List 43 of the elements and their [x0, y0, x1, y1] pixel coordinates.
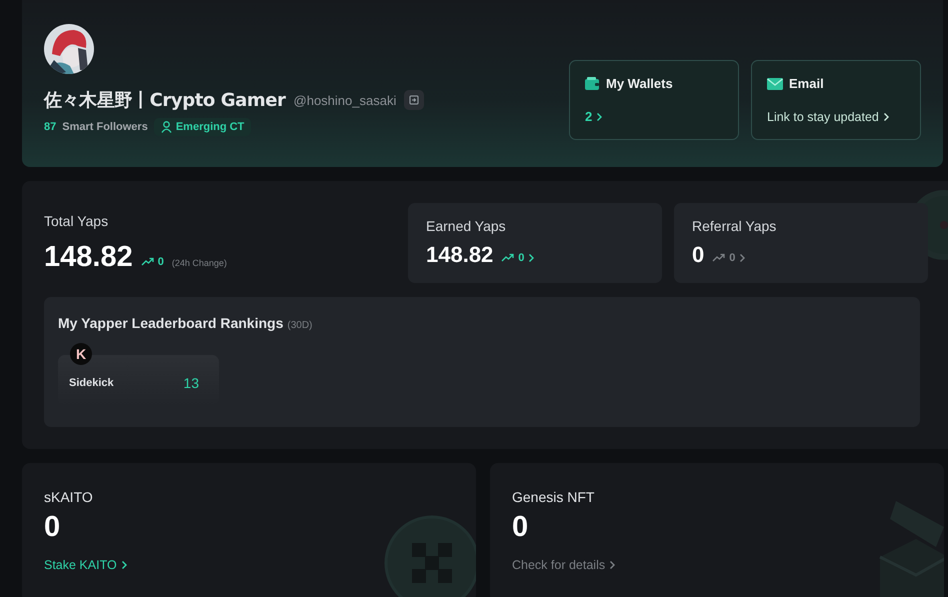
asset-title: sKAITO: [44, 489, 94, 505]
change-note: (24h Change): [172, 258, 227, 268]
change-link[interactable]: 0: [501, 252, 536, 264]
login-icon[interactable]: [404, 90, 424, 110]
card-link[interactable]: Link to stay updated: [767, 110, 890, 124]
rank-number: 13: [183, 375, 199, 391]
chevron-icon: [609, 560, 616, 570]
change-link[interactable]: 0: [712, 252, 746, 264]
yaps-label: Earned Yaps: [426, 218, 507, 234]
total-yaps-value: 148.82: [44, 241, 133, 274]
project-name: Sidekick: [69, 377, 114, 389]
yaps-value: 0: [692, 242, 704, 268]
asset-value: 0: [44, 511, 62, 544]
asset-title: Genesis NFT: [512, 489, 596, 505]
user-icon: [160, 121, 172, 133]
card-link[interactable]: 2: [585, 109, 604, 124]
asset-link[interactable]: Check for details: [512, 558, 616, 572]
card-title: Email: [789, 76, 824, 91]
followers-label: Smart Followers: [62, 121, 148, 133]
follower-count: 87: [44, 121, 56, 133]
trend-up-icon: [140, 257, 154, 266]
envelope-icon: [767, 78, 783, 90]
badge-label: Emerging CT: [176, 121, 244, 133]
trend-up-icon: [501, 253, 514, 262]
chevron-icon: [882, 112, 890, 122]
yaps-label: Referral Yaps: [692, 218, 778, 234]
asset-value: 0: [512, 511, 530, 544]
period-label: (30D): [287, 320, 312, 331]
chevron-icon: [120, 560, 128, 570]
chevron-icon: [528, 252, 536, 262]
asset-link[interactable]: Stake KAITO: [44, 558, 128, 572]
yaps-value: 148.82: [426, 242, 494, 268]
wallet-icon: [585, 77, 600, 90]
card-title: My Wallets: [606, 76, 673, 91]
project-logo: K: [70, 343, 92, 365]
user-handle: @hoshino_sasaki: [294, 92, 396, 108]
chevron-icon: [739, 252, 746, 262]
trend-up-icon: [712, 253, 726, 262]
display-name: 佐々木星野丨Crypto Gamer: [44, 89, 286, 112]
leaderboard-title: My Yapper Leaderboard Rankings: [58, 315, 284, 331]
change-value: 0: [158, 256, 164, 268]
chevron-icon: [596, 112, 604, 122]
total-yaps-label: Total Yaps: [44, 213, 110, 229]
